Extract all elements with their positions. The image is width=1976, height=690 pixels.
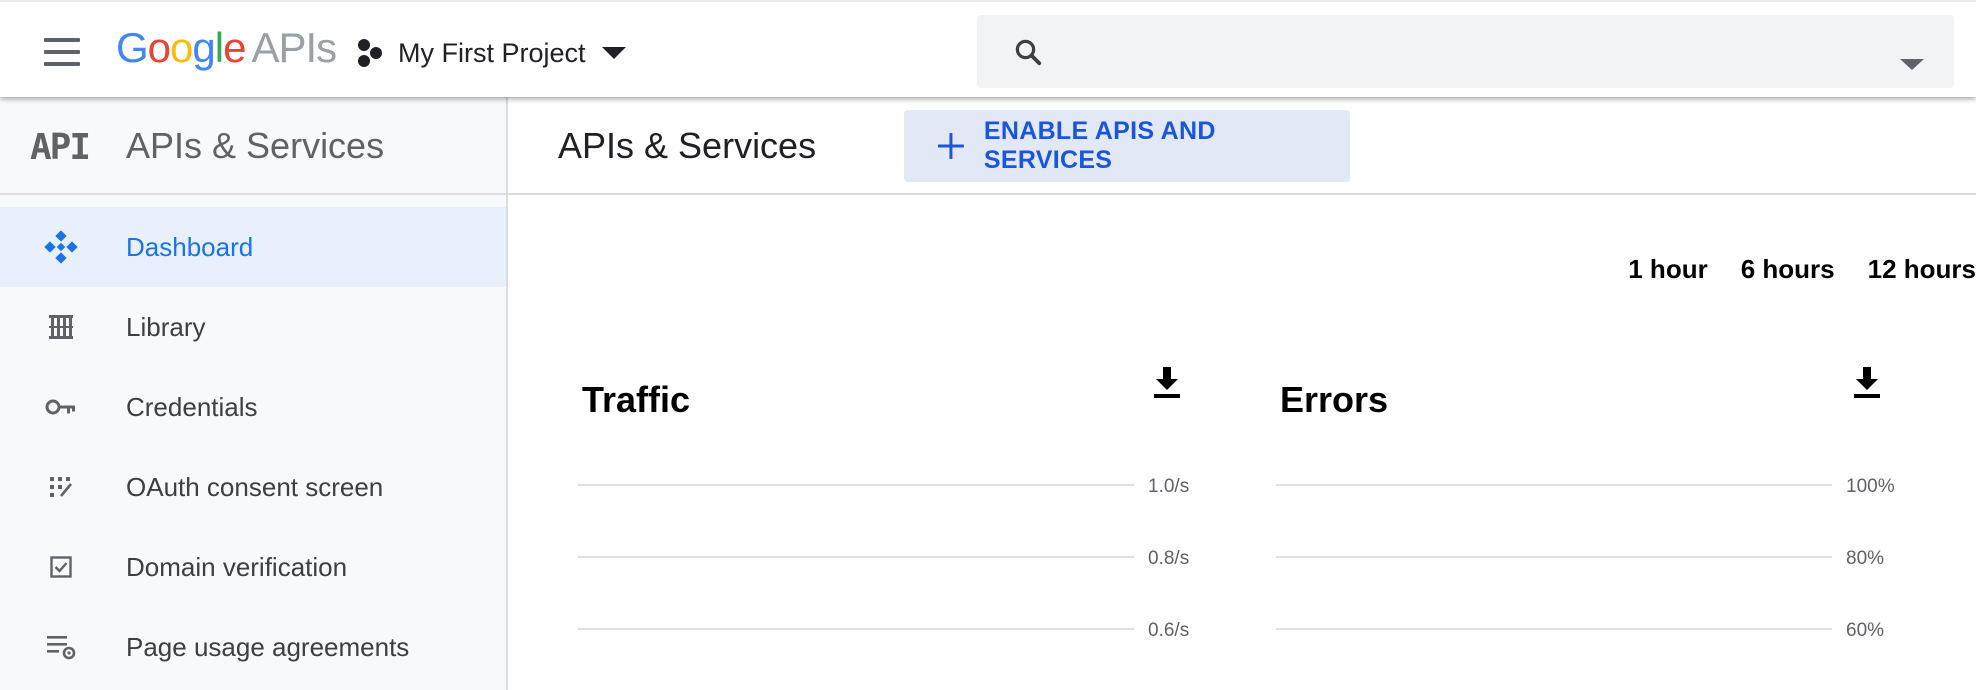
chevron-down-icon [601,47,626,59]
sidebar-item-domain-verification[interactable]: Domain verification [0,527,506,607]
sidebar-item-library[interactable]: Library [0,287,506,367]
errors-chart: Errors 100% 80% 60% [1276,365,1895,690]
logo-letter: l [214,24,224,71]
y-tick-label: 0.6/s [1148,620,1189,641]
sidebar-header: API APIs & Services [0,97,506,195]
main-header: APIs & Services ENABLE APIS AND SERVICES [508,97,1976,195]
hamburger-menu-icon[interactable] [36,32,86,72]
traffic-chart: Traffic 1.0/s 0.8/s 0.6/s [578,365,1189,690]
time-range-1-hour[interactable]: 1 hour [1628,254,1707,285]
enable-apis-button[interactable]: ENABLE APIS AND SERVICES [904,110,1350,182]
search-icon [1015,39,1042,66]
time-range-selector: 1 hour 6 hours 12 hours [1595,254,1976,285]
top-app-bar: Google APIs My First Project [0,0,1976,97]
chart-title: Traffic [582,379,691,420]
sidebar-title: APIs & Services [126,125,385,166]
google-apis-logo[interactable]: Google APIs [116,24,337,72]
y-tick-label: 60% [1846,620,1884,641]
project-hub-icon [358,39,382,67]
y-tick-label: 0.8/s [1148,548,1189,569]
main-content: APIs & Services ENABLE APIS AND SERVICES… [508,97,1976,690]
enable-apis-label: ENABLE APIS AND SERVICES [983,117,1216,174]
y-tick-label: 1.0/s [1148,476,1189,497]
sidebar-item-label: Library [126,311,206,342]
checkbox-icon [44,550,78,584]
time-range-12-hours[interactable]: 12 hours [1868,254,1976,285]
sidebar-item-label: Dashboard [126,231,254,262]
download-icon[interactable] [1852,365,1882,401]
project-name: My First Project [398,37,586,68]
traffic-plot-area: 1.0/s 0.8/s 0.6/s [578,476,1189,641]
logo-letter: o [170,24,193,71]
key-icon [44,390,78,424]
sidebar-item-label: Credentials [126,391,258,422]
download-icon[interactable] [1152,365,1182,401]
page-title: APIs & Services [558,125,817,166]
search-input[interactable] [1057,25,1857,77]
api-logo-icon: API [30,127,91,168]
sidebar-item-label: Page usage agreements [126,631,410,662]
y-tick-label: 100% [1846,476,1895,497]
logo-letter: G [116,24,149,71]
search-expand-icon[interactable] [1900,59,1924,70]
dashboard-icon [44,230,78,264]
search-bar[interactable] [977,15,1954,88]
sidebar-item-label: OAuth consent screen [126,471,384,502]
logo-letter: g [192,24,215,71]
oauth-icon [44,470,78,504]
sidebar-item-oauth-consent[interactable]: OAuth consent screen [0,447,506,527]
plus-icon [937,133,964,159]
sidebar-item-page-usage-agreements[interactable]: Page usage agreements [0,607,506,687]
time-range-6-hours[interactable]: 6 hours [1741,254,1835,285]
library-icon [44,310,78,344]
errors-plot-area: 100% 80% 60% [1276,476,1895,641]
logo-suffix: APIs [251,24,337,71]
sidebar-item-dashboard[interactable]: Dashboard [0,207,506,287]
settings-list-icon [44,630,78,664]
logo-letter: o [147,24,171,71]
chart-title: Errors [1280,379,1389,420]
sidebar-item-label: Domain verification [126,551,348,582]
y-tick-label: 80% [1846,548,1884,569]
sidebar-item-credentials[interactable]: Credentials [0,367,506,447]
logo-letter: e [223,24,246,71]
sidebar: API APIs & Services Dashboard Library Cr… [0,97,508,690]
project-selector[interactable]: My First Project [356,28,626,78]
